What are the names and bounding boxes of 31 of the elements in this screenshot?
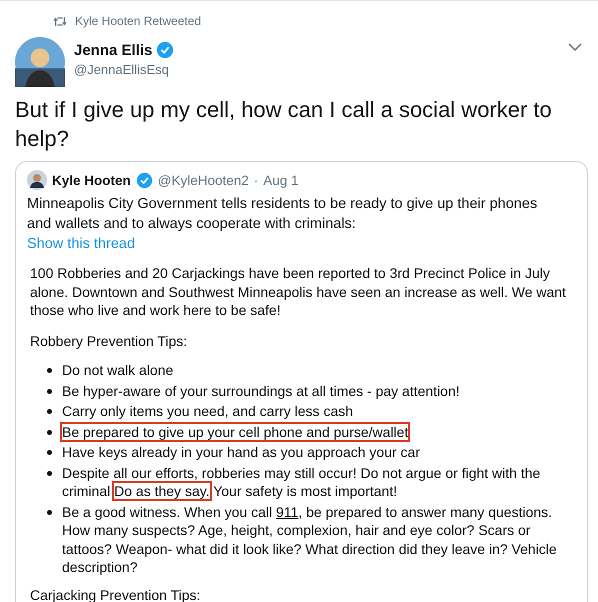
bullet-icon <box>47 409 52 414</box>
bullet-icon <box>47 470 52 476</box>
author-name[interactable]: Jenna Ellis <box>74 42 152 58</box>
bullet-item: Carry only items you need, and carry less cash <box>62 402 354 421</box>
separator-dot: · <box>254 172 258 188</box>
bullet-icon <box>47 368 52 373</box>
bullet-item: Do not walk alone <box>62 361 174 380</box>
quoted-author-name[interactable]: Kyle Hooten <box>52 172 131 188</box>
bullet-item: Despite all our efforts, robberies may still occur! Do not argue or fight with the criminal Do as they say. Your safety is most important! <box>62 464 542 501</box>
tweet-date[interactable]: Aug 1 <box>263 172 299 188</box>
show-thread-link[interactable]: Show this thread <box>27 236 576 252</box>
retweet-label[interactable]: Kyle Hooten Retweeted <box>75 14 202 28</box>
retweet-icon <box>53 16 67 26</box>
avatar[interactable] <box>15 37 65 87</box>
bullet-icon <box>47 388 52 394</box>
tweet-text: But if I give up my cell, how can I call a social worker to help? <box>15 96 553 153</box>
bullet-icon <box>47 430 52 434</box>
avatar[interactable] <box>27 170 47 190</box>
quoted-author-handle[interactable]: @KyleHooten2 <box>158 172 249 188</box>
quoted-tweet-card[interactable] <box>15 161 588 602</box>
chevron-down-icon[interactable] <box>568 43 582 51</box>
document-heading: Robbery Prevention Tips: <box>30 332 188 350</box>
bullet-item: Be hyper-aware of your surroundings at all times - pay attention! <box>62 382 460 401</box>
bullet-icon <box>47 510 52 514</box>
document-paragraph: 100 Robberies and 20 Carjackings have been reported to 3rd Precinct Police in July alone. Downtown and Southwest Minneapolis have seen an increase as well. We want those who live and work here to be safe! <box>30 264 567 320</box>
bullet-item: Be a good witness. When you call 911, be prepared to answer many questions. How many suspects? Age, height, complexion, hair and eye color? Scars or tattoos? Weapon- what did it look like? What direction did they leave in? Vehicle description? <box>62 502 558 577</box>
quoted-tweet-text: Minneapolis City Government tells residents to be ready to give up their phones and wallets and to always cooperate with criminals: <box>27 195 538 234</box>
bullet-icon <box>47 450 52 455</box>
bullet-item: Have keys already in your hand as you approach your car <box>62 443 420 462</box>
author-handle[interactable]: @JennaEllisEsq <box>74 62 559 77</box>
bullet-item: Be prepared to give up your cell phone and purse/wallet <box>62 422 408 442</box>
